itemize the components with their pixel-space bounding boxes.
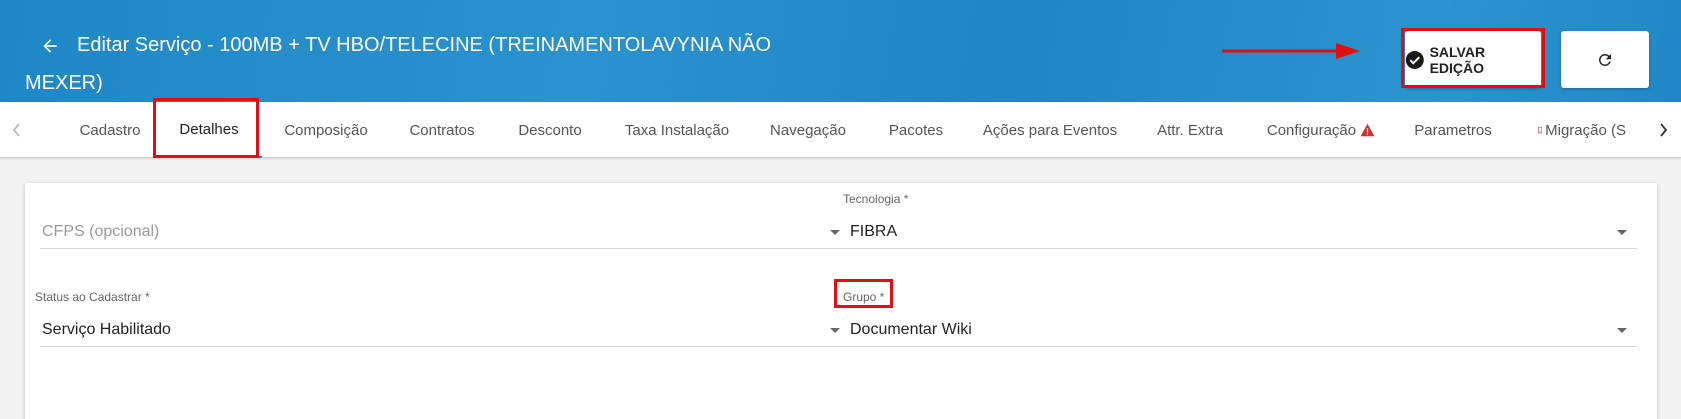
tab-bar: Cadastro Detalhes Composição Contratos D… [0, 98, 1681, 158]
tecnologia-label: Tecnologia * [843, 192, 909, 206]
grupo-label: Grupo * [843, 290, 885, 304]
tab-label: Navegação [770, 121, 846, 139]
tab-label: Migração (S [1545, 121, 1626, 139]
tab-label: Taxa Instalação [624, 121, 730, 139]
tab-label: Ações para Eventos [982, 121, 1118, 139]
tecnologia-value: FIBRA [850, 222, 898, 240]
chevron-down-icon [1617, 328, 1627, 333]
warning-icon [1360, 123, 1375, 137]
mobile-phone-icon [1538, 126, 1543, 134]
annotation-arrow [1222, 43, 1360, 59]
tab-label: Composição [284, 121, 368, 139]
tab-label: Parametros [1414, 121, 1492, 139]
grupo-value: Documentar Wiki [850, 320, 972, 338]
tabs-scroll-right[interactable] [1648, 102, 1678, 158]
tab-pacotes[interactable]: Pacotes [880, 102, 952, 158]
refresh-button[interactable] [1561, 31, 1649, 88]
tab-label: Attr. Extra [1157, 121, 1223, 139]
tab-migracao[interactable]: Migração (S [1538, 102, 1626, 158]
app-root: Editar Serviço - 100MB + TV HBO/TELECINE… [0, 0, 1681, 419]
page-title: Editar Serviço - 100MB + TV HBO/TELECINE… [25, 34, 772, 94]
cfps-select[interactable]: CFPS (opcional) [40, 215, 850, 249]
status-label: Status ao Cadastrar * [35, 290, 150, 304]
refresh-icon [1598, 53, 1611, 66]
tab-label: Pacotes [888, 121, 944, 139]
chevron-down-icon [830, 328, 840, 333]
chevron-left-icon [12, 123, 20, 137]
tab-parametros[interactable]: Parametros [1410, 102, 1496, 158]
tecnologia-select[interactable]: FIBRA [848, 215, 1637, 249]
save-button-label: SALVAR EDIÇÃO [1429, 43, 1486, 76]
tab-contratos[interactable]: Contratos [396, 102, 488, 158]
chevron-down-icon [830, 230, 840, 235]
status-select[interactable]: Serviço Habilitado [40, 313, 850, 347]
status-value: Serviço Habilitado [42, 320, 171, 338]
tab-navegacao[interactable]: Navegação [762, 102, 854, 158]
tab-desconto[interactable]: Desconto [506, 102, 594, 158]
chevron-down-icon [1617, 230, 1627, 235]
chevron-right-icon [1660, 123, 1668, 137]
tab-cadastro[interactable]: Cadastro [60, 102, 160, 158]
tab-acoes-eventos[interactable]: Ações para Eventos [980, 102, 1120, 158]
tab-label: Configuração [1266, 121, 1357, 139]
cfps-placeholder: CFPS (opcional) [42, 222, 160, 240]
page-header: Editar Serviço - 100MB + TV HBO/TELECINE… [0, 0, 1681, 102]
details-form-card: CFPS (opcional) Tecnologia * FIBRA Statu… [25, 183, 1657, 419]
tab-configuracao[interactable]: Configuração [1262, 102, 1380, 158]
tab-detalhes[interactable]: Detalhes [156, 102, 262, 158]
check-circle-icon [1405, 50, 1424, 69]
tab-label: Desconto [518, 121, 582, 139]
tabs-scroll-left[interactable] [2, 102, 32, 158]
save-button[interactable]: SALVAR EDIÇÃO [1405, 31, 1541, 88]
tab-label: Cadastro [79, 121, 141, 139]
tab-label: Detalhes [179, 120, 239, 138]
tab-composicao[interactable]: Composição [270, 102, 382, 158]
tab-attr-extra[interactable]: Attr. Extra [1148, 102, 1232, 158]
tab-taxa-instalacao[interactable]: Taxa Instalação [620, 102, 734, 158]
grupo-select[interactable]: Documentar Wiki [848, 313, 1637, 347]
tab-label: Contratos [409, 121, 475, 139]
